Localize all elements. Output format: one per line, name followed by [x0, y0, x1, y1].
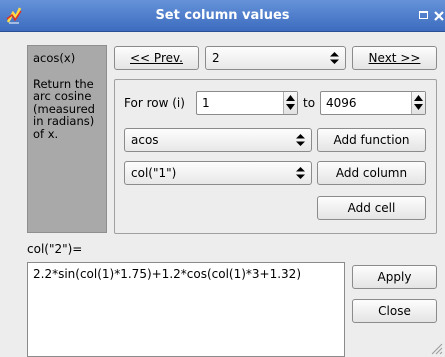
- resize-grip-icon[interactable]: [430, 342, 443, 355]
- updown-arrows-icon: [296, 134, 305, 146]
- function-select[interactable]: acos: [124, 128, 312, 152]
- add-function-button[interactable]: Add function: [317, 128, 426, 152]
- add-function-label: Add function: [333, 133, 410, 147]
- row-from-spinner[interactable]: [283, 92, 297, 114]
- row-from-field[interactable]: 1: [196, 91, 298, 115]
- column-select-value: 2: [212, 51, 220, 65]
- function-help-panel: acos(x) Return the arc cosine (measured …: [27, 45, 107, 233]
- spin-down-icon: [286, 104, 295, 110]
- updown-arrows-icon: [330, 52, 339, 64]
- expression-label: col("2")=: [27, 242, 83, 256]
- next-button-label: Next >>: [368, 51, 421, 65]
- to-label: to: [303, 96, 316, 110]
- column-ref-value: col("1"): [131, 166, 177, 180]
- for-row-label: For row (i): [124, 96, 185, 110]
- column-select[interactable]: 2: [205, 46, 346, 70]
- help-function-name: acos(x): [33, 51, 76, 65]
- add-cell-label: Add cell: [347, 201, 396, 215]
- window-title: Set column values: [155, 8, 290, 23]
- maximize-button[interactable]: [415, 8, 431, 24]
- row-to-value: 4096: [326, 96, 357, 110]
- apply-label: Apply: [377, 270, 412, 284]
- help-description: Return the arc cosine (measured in radia…: [33, 76, 95, 141]
- add-column-label: Add column: [335, 166, 408, 180]
- close-label: Close: [378, 304, 411, 318]
- close-window-button[interactable]: [431, 8, 445, 24]
- add-cell-button[interactable]: Add cell: [317, 196, 426, 220]
- set-column-values-dialog: Set column values acos(x) Return the arc…: [0, 0, 445, 357]
- row-from-value: 1: [202, 96, 210, 110]
- spin-up-icon: [414, 95, 423, 101]
- function-select-value: acos: [131, 133, 159, 147]
- updown-arrows-icon: [296, 167, 305, 179]
- close-icon: [434, 11, 444, 21]
- row-to-spinner[interactable]: [411, 92, 425, 114]
- expression-text: 2.2*sin(col(1)*1.75)+1.2*cos(col(1)*3+1.…: [33, 267, 302, 281]
- add-column-button[interactable]: Add column: [317, 161, 426, 185]
- apply-button[interactable]: Apply: [352, 265, 437, 289]
- prev-button[interactable]: << Prev.: [114, 46, 199, 70]
- prev-button-label: << Prev.: [130, 51, 183, 65]
- spin-up-icon: [286, 95, 295, 101]
- spin-down-icon: [414, 104, 423, 110]
- maximize-icon: [418, 11, 428, 19]
- title-bar[interactable]: Set column values: [0, 0, 445, 32]
- expression-editor[interactable]: 2.2*sin(col(1)*1.75)+1.2*cos(col(1)*3+1.…: [27, 262, 345, 357]
- next-button[interactable]: Next >>: [352, 46, 437, 70]
- close-button[interactable]: Close: [352, 299, 437, 323]
- column-ref-select[interactable]: col("1"): [124, 161, 312, 185]
- row-to-field[interactable]: 4096: [320, 91, 426, 115]
